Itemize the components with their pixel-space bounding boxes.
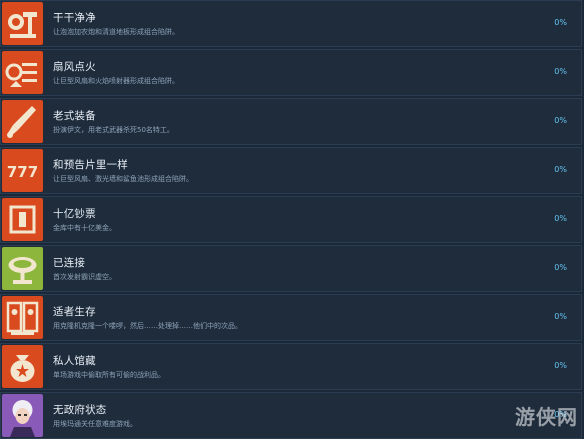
- achievement-percent: 0%: [554, 312, 567, 321]
- achievement-percent: 0%: [554, 67, 567, 76]
- fan-fire-icon: [2, 51, 43, 94]
- achievement-description: 单场游戏中偷取所有可偷的战利品。: [53, 371, 165, 379]
- rocket-icon: [2, 100, 43, 143]
- banknote-icon: [2, 198, 43, 241]
- achievement-row[interactable]: 777 和预告片里一样 让巨型风扇、激光墙和鲨鱼池形成组合陷阱。 0%: [0, 147, 582, 194]
- achievement-description: 用埃玛通关任意难度游戏。: [53, 420, 137, 428]
- villain-portrait-icon: [2, 394, 43, 437]
- achievement-title: 老式装备: [53, 110, 96, 122]
- achievement-percent: 0%: [554, 18, 567, 27]
- site-watermark: 游侠网: [515, 405, 578, 429]
- achievement-title: 私人馆藏: [53, 355, 96, 367]
- achievement-title: 已连接: [53, 257, 86, 269]
- achievement-title: 适者生存: [53, 306, 96, 318]
- achievement-description: 金库中有十亿美金。: [53, 224, 116, 232]
- achievement-row[interactable]: 适者生存 用克隆机克隆一个喽啰，然后……处理掉……他们中的次品。 0%: [0, 294, 582, 341]
- achievement-row[interactable]: 无政府状态 用埃玛通关任意难度游戏。 0%: [0, 392, 582, 439]
- achievement-description: 让巨型风扇、激光墙和鲨鱼池形成组合陷阱。: [53, 175, 193, 183]
- svg-text:777: 777: [7, 163, 38, 181]
- achievement-description: 用克隆机克隆一个喽啰，然后……处理掉……他们中的次品。: [53, 322, 242, 330]
- cleaning-icon: [2, 2, 43, 45]
- achievement-title: 十亿钞票: [53, 208, 96, 220]
- achievement-description: 首次发射霸识虚空。: [53, 273, 116, 281]
- achievement-row[interactable]: 干干净净 让泡泡加农炮和清道地板形成组合陷阱。 0%: [0, 0, 582, 47]
- clone-machine-icon: [2, 296, 43, 339]
- achievement-row[interactable]: 十亿钞票 金库中有十亿美金。 0%: [0, 196, 582, 243]
- achievement-percent: 0%: [554, 263, 567, 272]
- achievement-description: 扮演伊文，用老式武器杀死50名特工。: [53, 126, 174, 134]
- achievement-title: 扇风点火: [53, 61, 96, 73]
- achievement-percent: 0%: [554, 165, 567, 174]
- achievement-title: 干干净净: [53, 12, 96, 24]
- achievement-row[interactable]: 扇风点火 让巨型风扇和火焰喷射器形成组合陷阱。 0%: [0, 49, 582, 96]
- achievement-description: 让泡泡加农炮和清道地板形成组合陷阱。: [53, 28, 179, 36]
- achievement-row[interactable]: 私人馆藏 单场游戏中偷取所有可偷的战利品。 0%: [0, 343, 582, 390]
- achievement-row[interactable]: 老式装备 扮演伊文，用老式武器杀死50名特工。 0%: [0, 98, 582, 145]
- achievement-description: 让巨型风扇和火焰喷射器形成组合陷阱。: [53, 77, 179, 85]
- achievement-percent: 0%: [554, 361, 567, 370]
- achievement-list: 干干净净 让泡泡加农炮和清道地板形成组合陷阱。 0% 扇风点火 让巨型风扇和火焰…: [0, 0, 584, 439]
- slot-777-icon: 777: [2, 149, 43, 192]
- satellite-dish-icon: [2, 247, 43, 290]
- money-bag-icon: [2, 345, 43, 388]
- achievement-title: 无政府状态: [53, 404, 107, 416]
- achievement-percent: 0%: [554, 214, 567, 223]
- achievement-title: 和预告片里一样: [53, 159, 128, 171]
- achievement-percent: 0%: [554, 116, 567, 125]
- achievement-row[interactable]: 已连接 首次发射霸识虚空。 0%: [0, 245, 582, 292]
